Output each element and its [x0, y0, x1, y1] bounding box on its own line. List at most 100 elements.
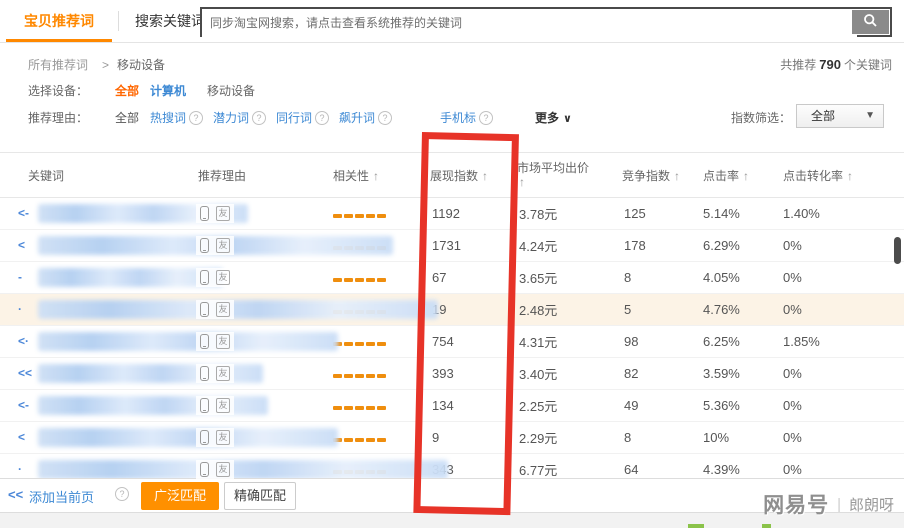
broad-match-button[interactable]: 广泛匹配 — [141, 482, 219, 510]
breadcrumb-parent[interactable]: 所有推荐词 — [28, 55, 88, 75]
reason-icon-group: 友 — [196, 460, 234, 479]
header-label: 市场平均出价 — [517, 161, 589, 175]
relevance-dash — [355, 374, 364, 378]
device-option-all[interactable]: 全部 — [115, 81, 139, 101]
search-input[interactable] — [202, 9, 857, 37]
avg-price-value: 3.40元 — [515, 364, 615, 383]
table-row[interactable]: <- 友 134 2.25元 49 5.36% 0% — [0, 390, 904, 422]
reason-icons-cell: 友 — [195, 364, 320, 384]
reason-option-potential[interactable]: 潜力词? — [213, 106, 266, 130]
cvr-value: 0% — [780, 430, 904, 445]
keyword-prefix: <- — [18, 206, 29, 220]
header-label: 点击转化率 — [783, 169, 843, 183]
breadcrumb-separator: > — [102, 55, 109, 75]
cvr-value: 0% — [780, 462, 904, 477]
ctr-value: 5.36% — [700, 398, 780, 413]
table-row[interactable]: · 友 343 6.77元 64 4.39% 0% — [0, 454, 904, 479]
help-icon[interactable]: ? — [115, 487, 129, 501]
reason-option-mobile-tag[interactable]: 手机标? — [440, 106, 493, 130]
watermark: 网易号 | 郎朗呀 — [763, 489, 894, 519]
help-icon[interactable]: ? — [189, 111, 203, 125]
table-row[interactable]: <· 友 754 4.31元 98 6.25% 1.85% — [0, 326, 904, 358]
competition-index-value: 8 — [615, 430, 700, 445]
reason-option-label: 飙升词 — [339, 111, 375, 125]
device-option-pc[interactable]: 计算机 — [150, 81, 186, 101]
relevance-dash — [377, 278, 386, 282]
more-filters-button[interactable]: 更多∨ — [535, 106, 572, 131]
reason-option-rising[interactable]: 飙升词? — [339, 106, 392, 130]
impression-index-value: 67 — [424, 270, 515, 285]
reason-option-all[interactable]: 全部 — [115, 106, 139, 130]
table-row[interactable]: << 友 393 3.40元 82 3.59% 0% — [0, 358, 904, 390]
device-option-mobile[interactable]: 移动设备 — [207, 81, 255, 101]
avg-price-value: 2.29元 — [515, 428, 615, 447]
avg-price-value: 4.24元 — [515, 236, 615, 255]
ctr-value: 3.59% — [700, 366, 780, 381]
header-avg-price-sort[interactable]: 市场平均出价↑ — [515, 161, 615, 189]
reason-badge-icon: 友 — [216, 398, 230, 413]
ctr-value: 4.05% — [700, 270, 780, 285]
reason-filter-label: 推荐理由： — [28, 106, 88, 130]
relevance-dash — [366, 278, 375, 282]
table-row[interactable]: - 友 67 3.65元 8 4.05% 0% — [0, 262, 904, 294]
keyword-prefix: << — [18, 366, 32, 380]
reason-icons-cell: 友 — [195, 236, 320, 256]
watermark-divider: | — [837, 496, 841, 513]
relevance-dash — [344, 438, 353, 442]
reason-option-hot[interactable]: 热搜词? — [150, 106, 203, 130]
watermark-brand: 网易号 — [763, 489, 829, 519]
reason-badge-icon: 友 — [216, 238, 230, 253]
cvr-value: 1.40% — [780, 206, 904, 221]
table-row[interactable]: < 友 1731 4.24元 178 6.29% 0% — [0, 230, 904, 262]
reason-icon-group: 友 — [196, 236, 234, 255]
tab-divider — [118, 11, 119, 31]
table-header-row: 关键词 推荐理由 相关性↑ 展现指数↑ 市场平均出价↑ 竞争指数↑ 点击率↑ 点… — [0, 152, 904, 198]
relevance-dash — [366, 214, 375, 218]
relevance-dash — [377, 342, 386, 346]
reason-option-peer[interactable]: 同行词? — [276, 106, 329, 130]
table-row[interactable]: · 友 19 2.48元 5 4.76% 0% — [0, 294, 904, 326]
summary-count: 790 — [816, 57, 844, 72]
keyword-cell: < — [0, 230, 195, 261]
help-icon[interactable]: ? — [252, 111, 266, 125]
avg-price-value: 2.25元 — [515, 396, 615, 415]
relevance-dash — [377, 438, 386, 442]
more-label: 更多 — [535, 111, 559, 125]
add-current-page-link[interactable]: 添加当前页 — [29, 487, 94, 506]
header-competition-sort[interactable]: 竞争指数↑ — [615, 167, 700, 184]
header-reason: 推荐理由 — [195, 167, 320, 184]
reason-icon-group: 友 — [196, 396, 234, 415]
keyword-tool-window: 宝贝推荐词 搜索关键词 所有推荐词 > 移动设备 共推荐790个关键词 选 — [0, 0, 904, 528]
help-icon[interactable]: ? — [315, 111, 329, 125]
competition-index-value: 5 — [615, 302, 700, 317]
search-box — [200, 7, 892, 37]
reason-icons-cell: 友 — [195, 300, 320, 320]
relevance-cell — [320, 206, 424, 221]
relevance-dash — [344, 406, 353, 410]
tab-item-recommend[interactable]: 宝贝推荐词 — [6, 0, 112, 42]
competition-index-value: 125 — [615, 206, 700, 221]
breadcrumb-row: 所有推荐词 > 移动设备 共推荐790个关键词 — [0, 55, 904, 75]
help-icon[interactable]: ? — [378, 111, 392, 125]
cvr-value: 0% — [780, 398, 904, 413]
collapse-arrows[interactable]: << — [8, 487, 23, 502]
search-button[interactable] — [852, 10, 889, 34]
header-relevance-sort[interactable]: 相关性↑ — [320, 167, 424, 184]
keyword-count-summary: 共推荐790个关键词 — [780, 55, 892, 75]
avg-price-value: 3.78元 — [515, 204, 615, 223]
cvr-value: 0% — [780, 270, 904, 285]
table-row[interactable]: <- 友 1192 3.78元 125 5.14% 1.40% — [0, 198, 904, 230]
header-ctr-sort[interactable]: 点击率↑ — [700, 167, 780, 184]
header-label: 相关性 — [333, 169, 369, 183]
competition-index-value: 49 — [615, 398, 700, 413]
exact-match-button[interactable]: 精确匹配 — [224, 482, 296, 510]
vertical-scrollbar-thumb[interactable] — [894, 237, 901, 264]
cropped-green-artifact — [688, 524, 704, 528]
header-impression-sort[interactable]: 展现指数↑ — [424, 167, 515, 184]
keyword-cell: · — [0, 454, 195, 479]
keyword-cell: <- — [0, 198, 195, 229]
header-cvr-sort[interactable]: 点击转化率↑ — [780, 167, 904, 184]
index-filter-dropdown[interactable]: 全部 ▼ — [796, 104, 884, 128]
help-icon[interactable]: ? — [479, 111, 493, 125]
table-row[interactable]: < 友 9 2.29元 8 10% 0% — [0, 422, 904, 454]
